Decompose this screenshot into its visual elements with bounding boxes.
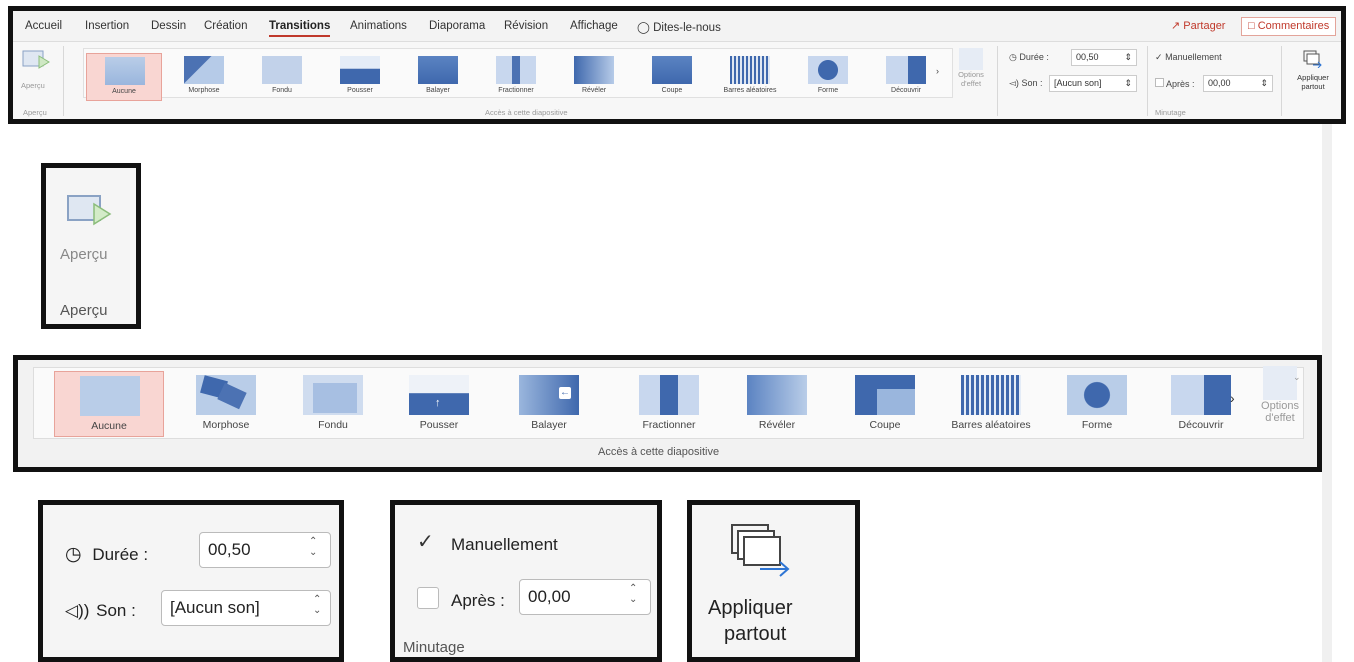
after-checkbox[interactable]: [417, 587, 439, 609]
after-checkbox-small[interactable]: Après :: [1155, 78, 1195, 89]
duration-input-small[interactable]: 00,50 ⇕: [1071, 49, 1137, 66]
apply-all-button[interactable]: Appliquer partout: [692, 505, 855, 657]
after-input-small[interactable]: 00,00 ⇕: [1203, 75, 1273, 92]
transition-gallery-small: Aucune Morphose Fondu Pousser Balayer Fr…: [83, 48, 953, 101]
gallery-small-coupe[interactable]: Coupe: [634, 53, 710, 101]
gallery-small-fractionner[interactable]: Fractionner: [478, 53, 554, 101]
tell-me-search[interactable]: ◯ Dites-le-nous: [637, 20, 721, 34]
gallery-small-forme[interactable]: Forme: [790, 53, 866, 101]
duration-row: ◷ Durée :: [65, 544, 149, 565]
manual-checkbox[interactable]: ✓: [417, 529, 434, 554]
gallery-small-aucune[interactable]: Aucune: [86, 53, 162, 101]
transition-coupe[interactable]: Coupe: [830, 371, 940, 437]
gallery-small-morphose[interactable]: Morphose: [166, 53, 242, 101]
arrow-up-icon: ↑: [435, 397, 441, 409]
preview-callout: Aperçu Aperçu: [41, 163, 141, 329]
preview-group-label: Aperçu: [60, 302, 108, 319]
checkmark-icon: ✓: [417, 531, 434, 553]
transition-gallery-callout: Aucune Morphose Fondu ↑ Pousser ← Balaye…: [13, 355, 1322, 472]
ribbon-tab-bar: Accueil Insertion Dessin Création Transi…: [13, 11, 1341, 41]
gallery-small-reveler[interactable]: Révéler: [556, 53, 632, 101]
transition-gallery: Aucune Morphose Fondu ↑ Pousser ← Balaye…: [33, 367, 1304, 439]
transition-balayer[interactable]: ← Balayer: [494, 371, 604, 437]
apply-all-icon: [1303, 50, 1322, 69]
sound-row-small: ◅) Son :: [1009, 78, 1043, 88]
tab-accueil[interactable]: Accueil: [25, 20, 62, 32]
transition-decouvrir[interactable]: Découvrir: [1146, 371, 1256, 437]
transition-aucune[interactable]: Aucune: [54, 371, 164, 437]
tab-affichage[interactable]: Affichage: [570, 20, 618, 32]
gallery-more-small[interactable]: ›: [936, 66, 939, 76]
tab-creation[interactable]: Création: [204, 20, 247, 32]
tab-insertion[interactable]: Insertion: [85, 20, 129, 32]
duration-sound-callout: ◷ Durée : 00,50 ⌃ ⌄ ◁)) Son : [Aucun son]…: [38, 500, 344, 662]
duration-row-small: ◷ Durée :: [1009, 52, 1049, 62]
sound-row: ◁)) Son :: [65, 601, 136, 620]
share-button[interactable]: ↗ Partager: [1165, 17, 1231, 36]
clock-icon: ◷: [65, 544, 82, 565]
timing-callout: ✓ Manuellement Après : 00,00 ⌃ ⌄ Minutage: [390, 500, 662, 662]
sound-select-small[interactable]: [Aucun son] ⇕: [1049, 75, 1137, 92]
effect-options-icon: [1263, 366, 1297, 400]
gallery-small-pousser[interactable]: Pousser: [322, 53, 398, 101]
tab-transitions[interactable]: Transitions: [269, 20, 331, 37]
sound-stepper[interactable]: ⌃ ⌄: [313, 594, 321, 616]
comments-button[interactable]: □ Commentaires: [1241, 17, 1337, 36]
checkmark-icon: ✓: [1155, 52, 1163, 62]
gallery-small-balayer[interactable]: Balayer: [400, 53, 476, 101]
preview-button-small[interactable]: Aperçu: [21, 48, 61, 92]
speaker-icon: ◁)): [65, 601, 90, 620]
preview-group-label: Aperçu: [23, 108, 47, 117]
transition-morphose[interactable]: Morphose: [171, 371, 281, 437]
arrow-left-icon: ←: [559, 387, 571, 399]
apply-all-icon: [731, 524, 790, 577]
preview-label: Aperçu: [60, 246, 108, 263]
tab-revision[interactable]: Révision: [504, 20, 548, 32]
lightbulb-icon: ◯: [637, 22, 650, 34]
apply-all-callout: Appliquer partout: [687, 500, 860, 662]
gallery-small-barres[interactable]: Barres aléatoires: [712, 53, 788, 101]
after-label: Après :: [451, 591, 505, 610]
transition-fondu[interactable]: Fondu: [278, 371, 388, 437]
timing-group-label: Minutage: [403, 639, 465, 656]
ribbon-body: Aperçu Aperçu Aucune Morphose Fondu Pous…: [13, 41, 1341, 119]
transition-pousser[interactable]: ↑ Pousser: [384, 371, 494, 437]
tab-dessin[interactable]: Dessin: [151, 20, 186, 32]
effect-options-button[interactable]: Options d'effet: [1250, 366, 1310, 440]
share-icon: ↗: [1171, 20, 1181, 32]
gallery-small-fondu[interactable]: Fondu: [244, 53, 320, 101]
tab-diaporama[interactable]: Diaporama: [429, 20, 485, 32]
transition-barres-aleatoires[interactable]: Barres aléatoires: [936, 371, 1046, 437]
manual-checkbox-small[interactable]: ✓ Manuellement: [1155, 52, 1222, 63]
preview-icon: [67, 195, 112, 226]
preview-button[interactable]: [64, 190, 112, 235]
gallery-group-small: Accès à cette diapositive: [485, 108, 568, 117]
duration-stepper[interactable]: ⌃ ⌄: [309, 536, 317, 558]
ribbon-overview: Accueil Insertion Dessin Création Transi…: [8, 6, 1346, 124]
gallery-small-decouvrir[interactable]: Découvrir: [868, 53, 944, 101]
scrollbar-track: [1322, 124, 1332, 662]
manual-label: Manuellement: [451, 535, 558, 554]
tab-animations[interactable]: Animations: [350, 20, 407, 32]
speaker-icon: ◅): [1009, 78, 1019, 88]
effect-options-small[interactable]: Options d'effet: [951, 48, 991, 98]
apply-all-small[interactable]: Appliquer partout: [1289, 50, 1337, 91]
chevron-down-icon: ⌄: [1293, 372, 1301, 382]
after-stepper[interactable]: ⌃ ⌄: [629, 583, 637, 605]
preview-icon: [22, 50, 50, 69]
clock-icon: ◷: [1009, 52, 1017, 62]
timing-group-small: Minutage: [1155, 108, 1186, 117]
transition-fractionner[interactable]: Fractionner: [614, 371, 724, 437]
comment-icon: □: [1248, 20, 1255, 32]
thumb-aucune: [80, 376, 140, 416]
transition-reveler[interactable]: Révéler: [722, 371, 832, 437]
sound-select[interactable]: [Aucun son]: [161, 590, 331, 626]
gallery-group-label: Accès à cette diapositive: [598, 446, 720, 458]
chevron-right-icon[interactable]: ›: [1230, 390, 1235, 406]
transition-forme[interactable]: Forme: [1042, 371, 1152, 437]
